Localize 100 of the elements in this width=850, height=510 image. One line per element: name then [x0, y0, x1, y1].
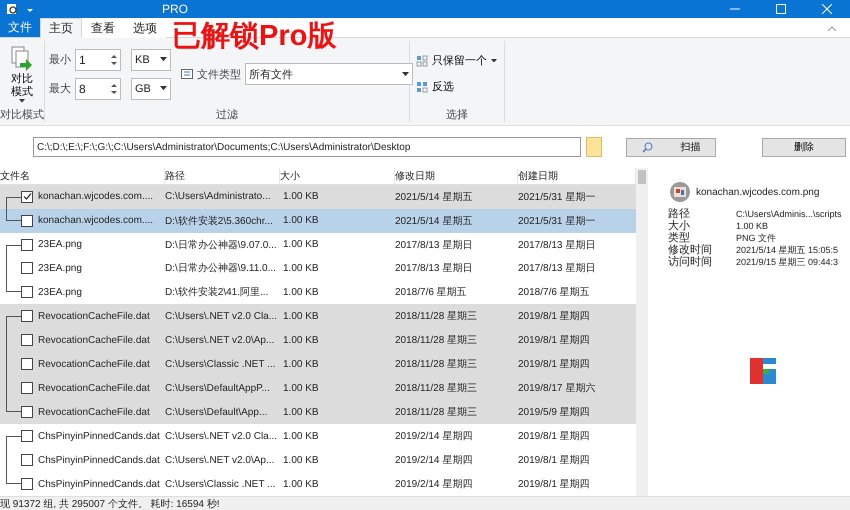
detail-value: 1.00 KB: [736, 220, 768, 232]
modified-date-cell-text: 2021/5/14 星期五: [395, 190, 474, 204]
file-type-dropdown[interactable]: 所有文件: [245, 63, 413, 85]
row-checkbox[interactable]: [21, 406, 33, 418]
column-header[interactable]: 修改日期: [395, 168, 518, 184]
created-date-cell-text: 2019/8/1 星期四: [518, 478, 591, 492]
path-cell-text: C:\Users\.NET v2.0\Ap...: [165, 334, 276, 346]
created-date-cell-text: 2018/7/6 星期五: [518, 286, 591, 300]
size-cell-text: 1.00 KB: [283, 430, 320, 442]
keep-one-button[interactable]: 只保留一个: [414, 51, 499, 70]
file-type-label: 文件类型: [197, 68, 241, 82]
created-date-cell-text: 2017/8/13 星期日: [518, 238, 596, 252]
size-cell-text: 1.00 KB: [283, 191, 320, 202]
close-icon: [822, 4, 832, 14]
min-size-spinner[interactable]: 1: [75, 48, 121, 70]
row-checkbox[interactable]: [21, 262, 33, 274]
row-checkbox[interactable]: [21, 430, 33, 442]
created-date-cell-text: 2019/8/1 星期四: [518, 310, 591, 324]
ribbon-tab[interactable]: 主页: [40, 18, 82, 38]
size-cell-text: 1.00 KB: [283, 454, 320, 466]
delete-button[interactable]: 删除: [762, 138, 846, 156]
created-date-cell-text: 2021/5/31 星期一: [518, 214, 596, 228]
row-checkbox[interactable]: [21, 358, 33, 370]
created-date-cell-text: 2021/5/31 星期一: [518, 190, 596, 204]
list-icon: [181, 69, 193, 79]
modified-date-cell-text: 2017/8/13 星期日: [395, 238, 474, 252]
column-header[interactable]: 大小: [280, 168, 395, 184]
path-cell-text: C:\Users\.NET v2.0\Ap...: [165, 454, 276, 466]
size-cell-text: 1.00 KB: [283, 262, 320, 274]
group-label: 过滤: [216, 108, 238, 122]
modified-date-cell-text: 2019/2/14 星期四: [395, 430, 474, 444]
modified-date-cell-text: 2018/11/28 星期三: [395, 406, 478, 420]
file-name-cell-text: ChsPinyinPinnedCands.dat: [38, 478, 161, 490]
max-unit-dropdown[interactable]: GB: [131, 78, 171, 100]
documents-arrow-icon: [10, 45, 34, 74]
file-name-cell-text: RevocationCacheFile.dat: [38, 334, 151, 346]
file-name-cell-text: konachan.wjcodes.com....: [38, 191, 154, 202]
path-cell-text: C:\Users\Default\App...: [165, 406, 268, 418]
row-checkbox[interactable]: [21, 310, 33, 322]
max-size-spinner[interactable]: 8: [75, 78, 121, 100]
detail-label: 访问时间: [668, 256, 713, 268]
size-cell-text: 1.00 KB: [283, 406, 320, 418]
created-date-cell-text: 2019/8/1 星期四: [518, 454, 591, 468]
path-cell-text: C:\Users\Classic .NET ...: [165, 478, 276, 490]
file-menu-tab[interactable]: 文件: [0, 18, 40, 37]
grid-icon: [416, 54, 428, 66]
detail-value: PNG 文件: [736, 232, 776, 244]
file-name-cell-text: RevocationCacheFile.dat: [38, 382, 151, 394]
modified-date-cell-text: 2021/5/14 星期五: [395, 214, 474, 228]
row-checkbox[interactable]: [21, 382, 33, 394]
modified-date-cell-text: 2019/2/14 星期四: [395, 478, 474, 492]
modified-date-cell-text: 2018/7/6 星期五: [395, 286, 468, 300]
size-cell-text: 1.00 KB: [283, 358, 320, 370]
created-date-cell-text: 2019/8/1 星期四: [518, 430, 591, 444]
spinner-arrows-icon[interactable]: [111, 54, 117, 66]
created-date-cell-text: 2019/8/1 星期四: [518, 358, 591, 372]
column-header[interactable]: 文件名: [0, 168, 165, 184]
modified-date-cell-text: 2019/2/14 星期四: [395, 454, 474, 468]
invert-selection-button[interactable]: 反选: [414, 77, 499, 96]
min-unit-dropdown[interactable]: KB: [131, 48, 171, 70]
file-name-cell-text: ChsPinyinPinnedCands.dat: [38, 430, 161, 442]
row-checkbox[interactable]: [21, 454, 33, 466]
group-label: 选择: [446, 108, 468, 122]
size-cell-text: 1.00 KB: [283, 334, 320, 346]
size-cell-text: 1.00 KB: [283, 310, 320, 322]
size-cell-text: 1.00 KB: [283, 239, 320, 250]
size-cell-text: 1.00 KB: [283, 478, 320, 490]
path-cell-text: C:\Users\.NET v2.0 Cla...: [165, 310, 278, 322]
path-cell-text: D:\日常办公神器\9.07.0...: [165, 238, 278, 252]
created-date-cell-text: 2019/8/17 星期六: [518, 382, 596, 396]
row-checkbox[interactable]: [21, 238, 33, 251]
column-header[interactable]: 路径: [165, 168, 280, 184]
dropdown-caret-icon: [402, 72, 409, 76]
caret-icon: [19, 99, 25, 103]
spinner-arrows-icon[interactable]: [111, 82, 117, 94]
file-name-cell-text: ChsPinyinPinnedCands.dat: [38, 454, 161, 466]
path-cell-text: C:\Users\DefaultAppP...: [165, 382, 271, 394]
modified-date-cell-text: 2017/8/13 星期日: [395, 262, 474, 276]
row-checkbox[interactable]: [21, 214, 33, 227]
scan-button[interactable]: 扫描: [626, 138, 716, 156]
path-cell-text: C:\Users\.NET v2.0 Cla...: [165, 430, 278, 442]
file-name-cell-text: RevocationCacheFile.dat: [38, 358, 151, 370]
path-cell-text: C:\Users\Administrato...: [165, 191, 272, 202]
row-checkbox[interactable]: [21, 286, 33, 298]
collapse-ribbon-icon[interactable]: [828, 26, 836, 30]
scrollbar[interactable]: [636, 168, 648, 496]
max-size-label: 最大: [49, 82, 71, 96]
row-checkbox[interactable]: [21, 190, 33, 203]
dropdown-caret-icon: [160, 57, 167, 62]
detail-label: 大小: [668, 220, 691, 232]
row-checkbox[interactable]: [21, 478, 33, 490]
row-checkbox[interactable]: [21, 334, 33, 346]
scan-paths-field[interactable]: C:\;D:\;E:\;F:\;G:\;C:\Users\Administrator\Documents;C:\Users\Administrator\Desktop: [33, 137, 581, 157]
file-name-cell-text: konachan.wjcodes.com....: [38, 215, 154, 226]
status-text: 现 91372 组, 共 295007 个文件。 耗时: 16594 秒!: [0, 498, 220, 510]
grid-icon: [416, 80, 428, 92]
compare-mode-button[interactable]: 对比 模式: [8, 43, 36, 105]
created-date-cell-text: 2017/8/13 星期日: [518, 262, 596, 276]
detail-value: C:\Users\Adminis...\scripts: [736, 208, 842, 220]
size-cell-text: 1.00 KB: [283, 215, 320, 226]
